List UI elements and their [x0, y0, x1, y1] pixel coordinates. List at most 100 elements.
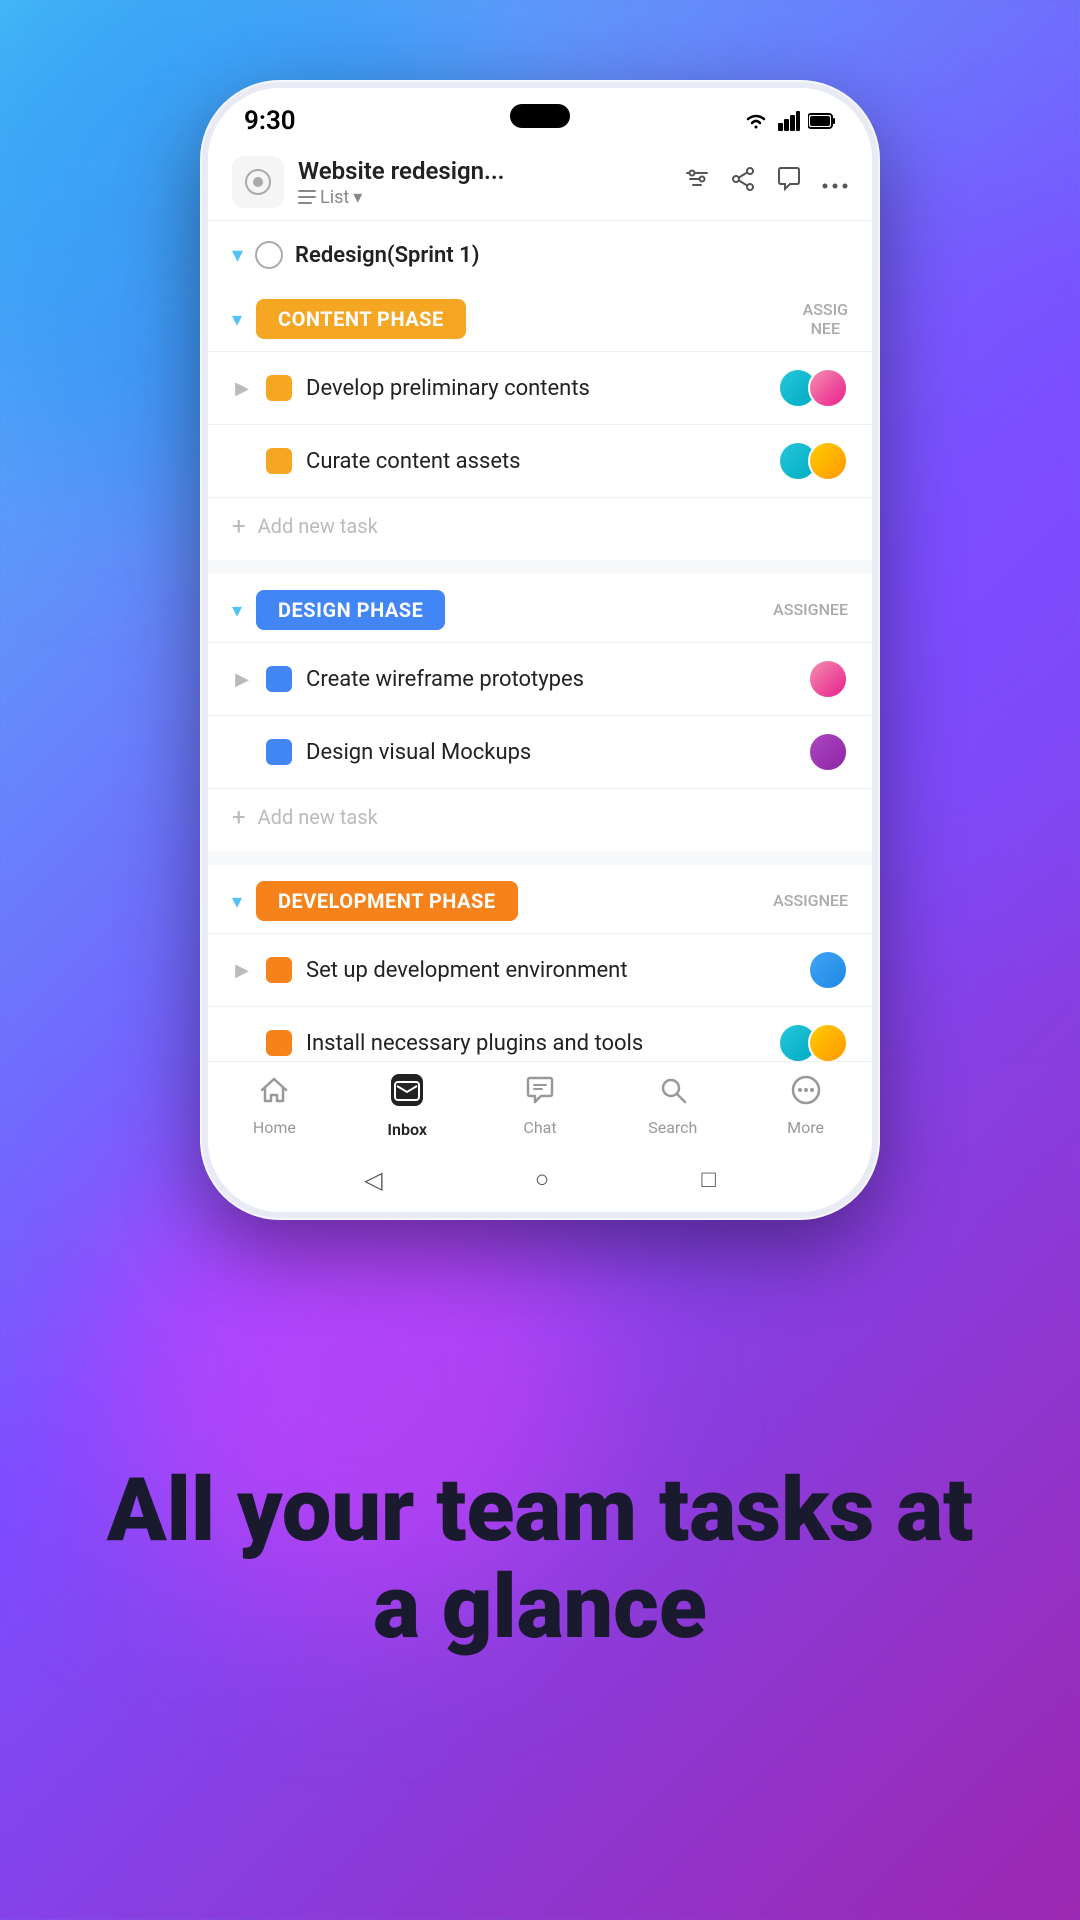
task-assignees	[808, 950, 848, 990]
nav-label-search: Search	[648, 1118, 697, 1137]
sprint-name: Redesign(Sprint 1)	[295, 243, 479, 268]
task-row[interactable]: ▶ Set up development environment	[208, 933, 872, 1006]
nav-item-chat[interactable]: Chat	[474, 1074, 607, 1137]
development-phase-section: ▾ DEVELOPMENT PHASE ASSIGNEE ▶ Set up de…	[208, 865, 872, 1061]
recents-icon[interactable]: □	[701, 1165, 716, 1194]
camera-pill	[510, 104, 570, 128]
content-phase-badge[interactable]: CONTENT PHASE	[256, 299, 466, 339]
signal-icon	[778, 111, 800, 131]
inbox-icon	[389, 1072, 425, 1116]
add-task-plus-icon: +	[232, 803, 246, 831]
avatar	[808, 950, 848, 990]
more-nav-icon	[790, 1074, 822, 1114]
content-phase-section: ▾ CONTENT PHASE ASSIGNEE ▶ Develop preli…	[208, 283, 872, 560]
task-color-indicator	[266, 375, 292, 401]
design-phase-header: ▾ DESIGN PHASE ASSIGNEE	[208, 574, 872, 642]
nav-label-inbox: Inbox	[387, 1120, 427, 1139]
task-name: Install necessary plugins and tools	[306, 1031, 764, 1056]
content-phase-header: ▾ CONTENT PHASE ASSIGNEE	[208, 283, 872, 351]
sprint-circle-icon	[255, 241, 283, 269]
list-view-icon	[298, 190, 316, 204]
project-name: Website redesign...	[298, 157, 670, 185]
project-logo-icon	[243, 167, 273, 197]
content-phase-chevron-icon[interactable]: ▾	[232, 307, 242, 331]
design-phase-badge[interactable]: DESIGN PHASE	[256, 590, 445, 630]
status-icons	[742, 111, 836, 131]
task-color-indicator	[266, 666, 292, 692]
content-assignee-label: ASSIGNEE	[803, 300, 848, 338]
development-phase-chevron-icon[interactable]: ▾	[232, 889, 242, 913]
task-assignees	[808, 659, 848, 699]
view-label: List	[320, 187, 349, 208]
more-icon[interactable]	[822, 167, 848, 197]
nav-label-chat: Chat	[523, 1118, 556, 1137]
task-row[interactable]: ▶ Create wireframe prototypes	[208, 642, 872, 715]
task-name: Curate content assets	[306, 449, 764, 474]
task-color-indicator	[266, 739, 292, 765]
top-bar: Website redesign... List ▾	[208, 144, 872, 221]
phone-mockup: 9:30	[200, 80, 880, 1220]
nav-label-home: Home	[253, 1118, 296, 1137]
task-color-indicator	[266, 448, 292, 474]
nav-item-more[interactable]: More	[739, 1074, 872, 1137]
design-phase-chevron-icon[interactable]: ▾	[232, 598, 242, 622]
project-view[interactable]: List ▾	[298, 187, 670, 208]
bottom-text: All your team tasks at a glance	[0, 1220, 1080, 1920]
avatar	[808, 441, 848, 481]
sprint-header: ▾ Redesign(Sprint 1)	[208, 221, 872, 283]
share-icon[interactable]	[730, 166, 756, 199]
add-task-row[interactable]: + Add new task	[208, 788, 872, 851]
home-nav-icon[interactable]: ○	[535, 1165, 550, 1194]
filter-icon[interactable]	[684, 166, 710, 199]
chat-icon[interactable]	[776, 166, 802, 199]
bottom-nav: Home Inbox	[208, 1061, 872, 1153]
add-task-row[interactable]: + Add new task	[208, 497, 872, 560]
android-nav: ◁ ○ □	[208, 1153, 872, 1212]
task-color-indicator	[266, 957, 292, 983]
expand-icon[interactable]: ▶	[232, 960, 252, 981]
task-name: Design visual Mockups	[306, 740, 794, 765]
avatar	[808, 659, 848, 699]
task-row[interactable]: Design visual Mockups	[208, 715, 872, 788]
view-chevron-icon: ▾	[353, 187, 362, 208]
project-info: Website redesign... List ▾	[298, 157, 670, 208]
task-color-indicator	[266, 1030, 292, 1056]
avatar	[808, 1023, 848, 1061]
avatar	[808, 368, 848, 408]
headline: All your team tasks at a glance	[80, 1463, 1000, 1657]
add-task-label: Add new task	[258, 514, 378, 538]
task-row[interactable]: ▶ Develop preliminary contents	[208, 351, 872, 424]
expand-icon[interactable]: ▶	[232, 669, 252, 690]
add-task-plus-icon: +	[232, 512, 246, 540]
task-row[interactable]: Install necessary plugins and tools	[208, 1006, 872, 1061]
project-icon	[232, 156, 284, 208]
nav-item-inbox[interactable]: Inbox	[341, 1072, 474, 1139]
task-assignees	[778, 441, 848, 481]
nav-label-more: More	[787, 1118, 824, 1137]
home-icon	[258, 1074, 290, 1114]
sprint-chevron-icon[interactable]: ▾	[232, 243, 243, 268]
task-row[interactable]: Curate content assets	[208, 424, 872, 497]
top-actions	[684, 166, 848, 199]
task-assignees	[778, 368, 848, 408]
task-assignees	[778, 1023, 848, 1061]
task-name: Set up development environment	[306, 958, 794, 983]
status-time: 9:30	[244, 106, 296, 136]
back-icon[interactable]: ◁	[364, 1166, 382, 1194]
development-assignee-label: ASSIGNEE	[773, 891, 848, 910]
nav-item-home[interactable]: Home	[208, 1074, 341, 1137]
design-assignee-label: ASSIGNEE	[773, 600, 848, 619]
wifi-icon	[742, 111, 770, 131]
content-area[interactable]: ▾ Redesign(Sprint 1) ▾ CONTENT PHASE ASS…	[208, 221, 872, 1061]
battery-icon	[808, 112, 836, 130]
status-bar: 9:30	[208, 88, 872, 144]
task-name: Create wireframe prototypes	[306, 667, 794, 692]
expand-icon[interactable]: ▶	[232, 378, 252, 399]
phone-frame: 9:30	[200, 80, 880, 1220]
design-phase-section: ▾ DESIGN PHASE ASSIGNEE ▶ Create wirefra…	[208, 574, 872, 851]
search-nav-icon	[657, 1074, 689, 1114]
development-phase-badge[interactable]: DEVELOPMENT PHASE	[256, 881, 518, 921]
nav-item-search[interactable]: Search	[606, 1074, 739, 1137]
avatar	[808, 732, 848, 772]
add-task-label: Add new task	[258, 805, 378, 829]
